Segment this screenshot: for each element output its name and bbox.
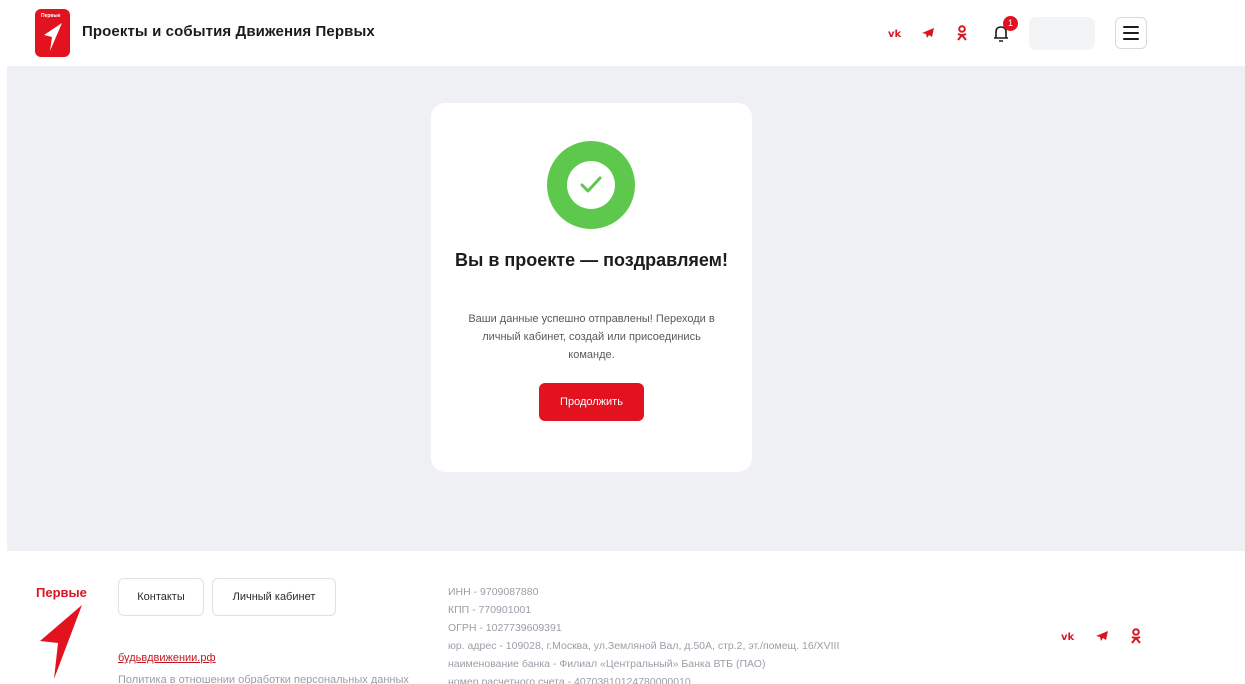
requisites: ИНН - 9709087880 КПП - 770901001 ОГРН - … — [448, 583, 839, 684]
vk-icon[interactable]: vk — [886, 22, 906, 44]
logo-arrow-icon — [44, 23, 62, 51]
requisite-account: номер расчетного счета - 407038101247800… — [448, 676, 691, 684]
success-title: Вы в проекте — поздравляем! — [454, 250, 728, 270]
svg-text:vk: vk — [1061, 632, 1075, 641]
requisite-bank: наименование банка - Филиал «Центральный… — [448, 658, 766, 670]
footer-telegram-icon[interactable] — [1092, 625, 1112, 647]
requisite-kpp: КПП - 770901001 — [448, 604, 532, 616]
footer-logo-arrow-icon — [40, 605, 82, 679]
personal-cabinet-button[interactable]: Личный кабинет — [212, 578, 336, 616]
menu-line — [1123, 26, 1139, 28]
menu-line — [1123, 38, 1139, 40]
continue-button[interactable]: Продолжить — [539, 383, 644, 421]
requisite-inn: ИНН - 9709087880 — [448, 586, 539, 598]
odnoklassniki-icon[interactable] — [952, 22, 972, 44]
success-message: Ваши данные успешно отправлены! Переходи… — [468, 313, 715, 361]
footer-brand[interactable]: Первые — [36, 585, 87, 600]
svg-text:vk: vk — [888, 29, 902, 38]
contacts-button[interactable]: Контакты — [118, 578, 204, 616]
requisite-ogrn: ОГРН - 1027739609391 — [448, 622, 562, 634]
menu-button[interactable] — [1115, 17, 1147, 49]
success-card: Вы в проекте — поздравляем! Ваши данные … — [431, 103, 752, 472]
user-profile-button[interactable] — [1029, 17, 1095, 50]
notifications-badge: 1 — [1003, 16, 1018, 31]
menu-line — [1123, 32, 1139, 34]
logo[interactable]: Первые — [35, 9, 70, 57]
site-link[interactable]: будьвдвижении.рф — [118, 652, 216, 664]
main-area: Вы в проекте — поздравляем! Ваши данные … — [7, 66, 1245, 551]
footer-vk-icon[interactable]: vk — [1059, 625, 1079, 647]
telegram-icon[interactable] — [918, 22, 938, 44]
header: Первые Проекты и события Движения Первых… — [0, 0, 1245, 66]
site-title[interactable]: Проекты и события Движения Первых — [82, 23, 375, 40]
privacy-policy-link[interactable]: Политика в отношении обработки персональ… — [118, 674, 409, 684]
requisite-address: юр. адрес - 109028, г.Москва, ул.Земляно… — [448, 640, 840, 652]
logo-caption: Первые — [41, 13, 61, 19]
footer: Первые Контакты Личный кабинет будьвдвиж… — [0, 551, 1245, 684]
success-check-icon — [547, 141, 635, 229]
footer-odnoklassniki-icon[interactable] — [1126, 625, 1146, 647]
